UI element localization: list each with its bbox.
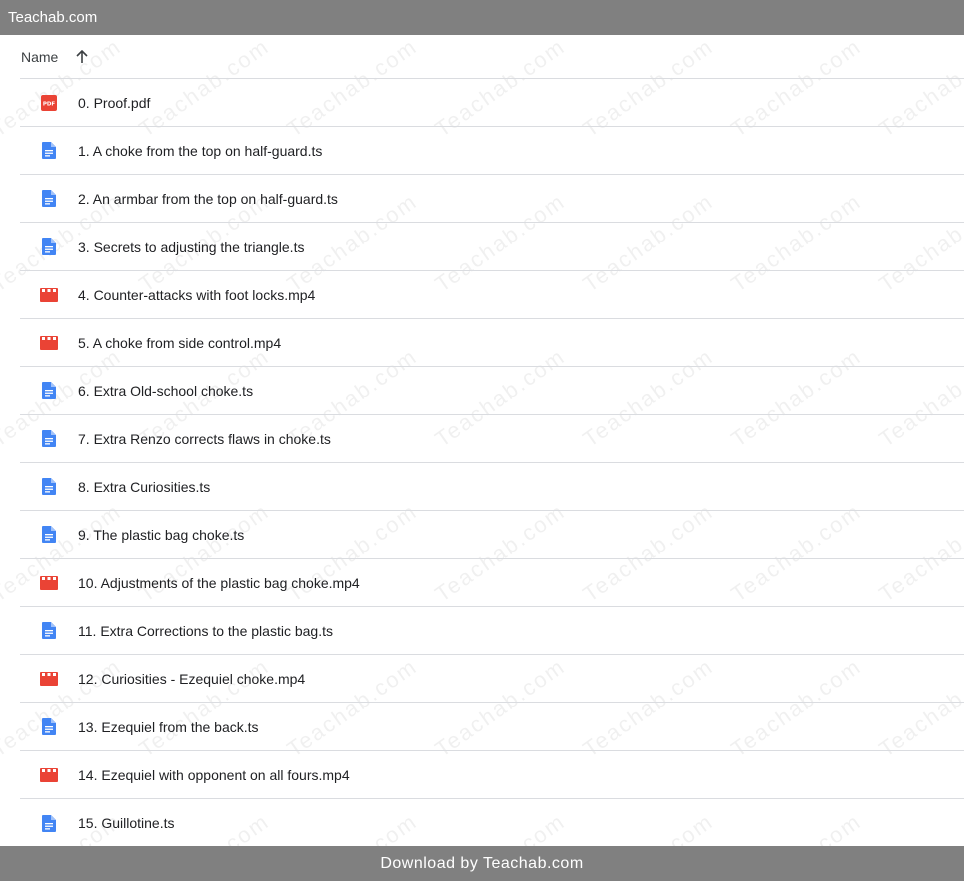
file-row[interactable]: 1. A choke from the top on half-guard.ts xyxy=(20,127,964,175)
file-name[interactable]: 12. Curiosities - Ezequiel choke.mp4 xyxy=(78,671,305,687)
file-row[interactable]: 14. Ezequiel with opponent on all fours.… xyxy=(20,751,964,799)
file-row[interactable]: PDF 0. Proof.pdf xyxy=(20,79,964,127)
document-file-icon xyxy=(20,622,78,639)
pdf-file-icon: PDF xyxy=(20,94,78,111)
arrow-up-icon[interactable] xyxy=(74,49,90,65)
document-file-icon xyxy=(20,142,78,159)
file-name[interactable]: 8. Extra Curiosities.ts xyxy=(78,479,210,495)
download-footer[interactable]: Download by Teachab.com xyxy=(0,846,964,881)
name-column-header[interactable]: Name xyxy=(20,49,58,65)
file-row[interactable]: 3. Secrets to adjusting the triangle.ts xyxy=(20,223,964,271)
file-name[interactable]: 10. Adjustments of the plastic bag choke… xyxy=(78,575,360,591)
file-row[interactable]: 12. Curiosities - Ezequiel choke.mp4 xyxy=(20,655,964,703)
file-name[interactable]: 0. Proof.pdf xyxy=(78,95,150,111)
file-name[interactable]: 3. Secrets to adjusting the triangle.ts xyxy=(78,239,304,255)
file-name[interactable]: 15. Guillotine.ts xyxy=(78,815,175,831)
file-name[interactable]: 11. Extra Corrections to the plastic bag… xyxy=(78,623,333,639)
document-file-icon xyxy=(20,382,78,399)
file-name[interactable]: 7. Extra Renzo corrects flaws in choke.t… xyxy=(78,431,331,447)
file-list: PDF 0. Proof.pdf 1. A choke from the top o… xyxy=(20,79,964,847)
download-label[interactable]: Download by Teachab.com xyxy=(380,855,583,872)
file-row[interactable]: 10. Adjustments of the plastic bag choke… xyxy=(20,559,964,607)
video-file-icon xyxy=(20,287,78,302)
page: Teachab.com Teachab.com Teachab.com Teacha… xyxy=(0,0,964,881)
file-name[interactable]: 1. A choke from the top on half-guard.ts xyxy=(78,143,322,159)
file-row[interactable]: 7. Extra Renzo corrects flaws in choke.t… xyxy=(20,415,964,463)
file-row[interactable]: 6. Extra Old-school choke.ts xyxy=(20,367,964,415)
document-file-icon xyxy=(20,238,78,255)
file-row[interactable]: 13. Ezequiel from the back.ts xyxy=(20,703,964,751)
document-file-icon xyxy=(20,430,78,447)
document-file-icon xyxy=(20,718,78,735)
file-row[interactable]: 9. The plastic bag choke.ts xyxy=(20,511,964,559)
video-file-icon xyxy=(20,767,78,782)
document-file-icon xyxy=(20,190,78,207)
file-name[interactable]: 6. Extra Old-school choke.ts xyxy=(78,383,253,399)
file-name[interactable]: 2. An armbar from the top on half-guard.… xyxy=(78,191,338,207)
file-row[interactable]: 4. Counter-attacks with foot locks.mp4 xyxy=(20,271,964,319)
document-file-icon xyxy=(20,526,78,543)
file-name[interactable]: 9. The plastic bag choke.ts xyxy=(78,527,244,543)
video-file-icon xyxy=(20,335,78,350)
list-header: Name xyxy=(20,35,964,79)
file-name[interactable]: 4. Counter-attacks with foot locks.mp4 xyxy=(78,287,315,303)
document-file-icon xyxy=(20,814,78,832)
file-row[interactable]: 5. A choke from side control.mp4 xyxy=(20,319,964,367)
video-file-icon xyxy=(20,671,78,686)
file-row[interactable]: 11. Extra Corrections to the plastic bag… xyxy=(20,607,964,655)
file-row[interactable]: 15. Guillotine.ts xyxy=(20,799,964,847)
video-file-icon xyxy=(20,575,78,590)
file-name[interactable]: 13. Ezequiel from the back.ts xyxy=(78,719,259,735)
file-row[interactable]: 2. An armbar from the top on half-guard.… xyxy=(20,175,964,223)
site-title: Teachab.com xyxy=(8,9,98,26)
file-name[interactable]: 14. Ezequiel with opponent on all fours.… xyxy=(78,767,350,783)
document-file-icon xyxy=(20,478,78,495)
file-name[interactable]: 5. A choke from side control.mp4 xyxy=(78,335,281,351)
svg-text:PDF: PDF xyxy=(43,101,56,107)
file-row[interactable]: 8. Extra Curiosities.ts xyxy=(20,463,964,511)
site-title-bar: Teachab.com xyxy=(0,0,964,35)
